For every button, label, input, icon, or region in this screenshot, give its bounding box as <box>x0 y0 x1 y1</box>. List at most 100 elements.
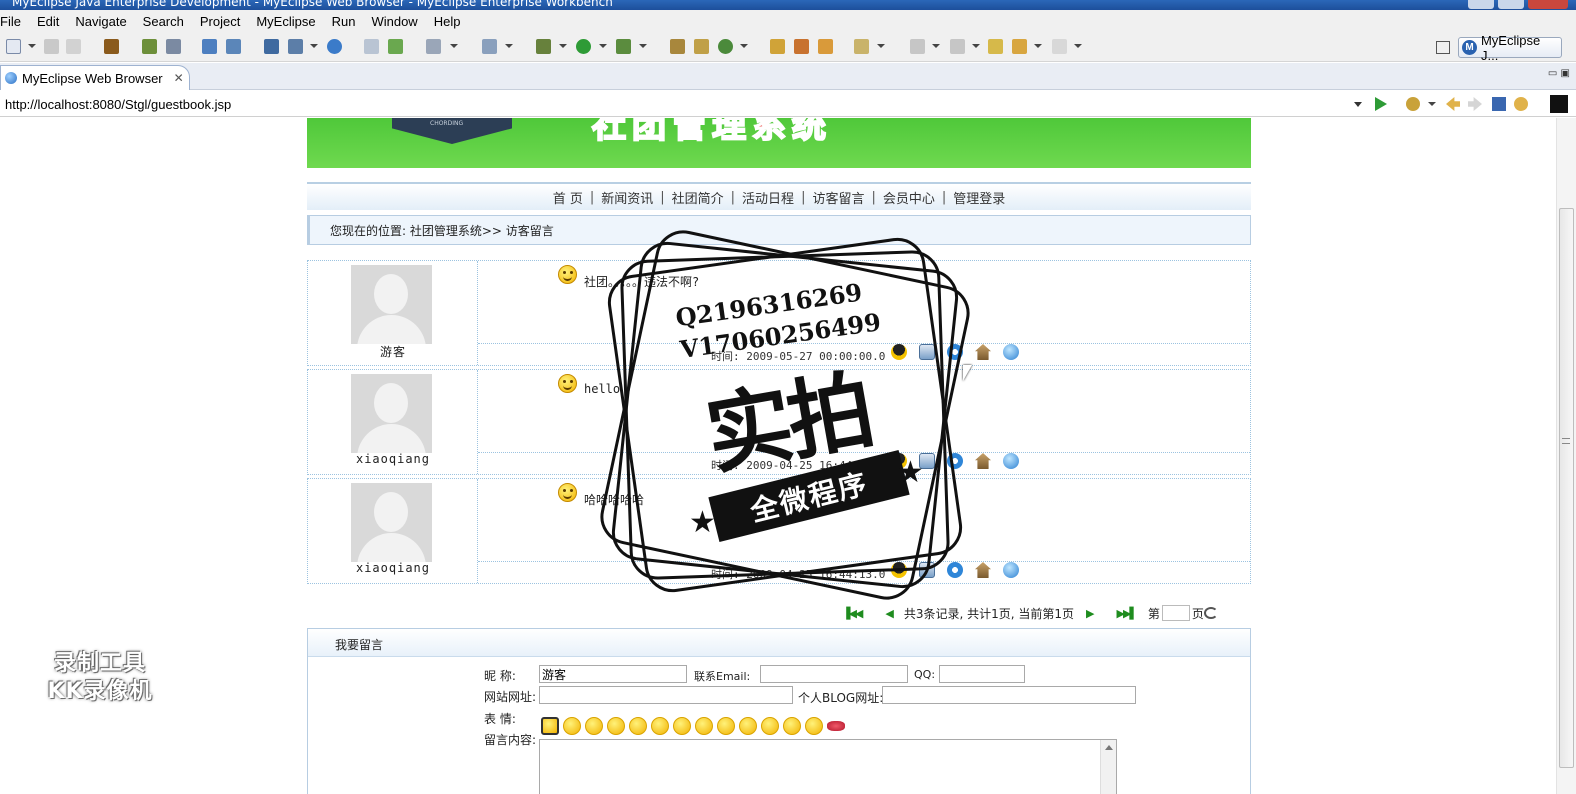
favorites-icon[interactable] <box>1406 97 1420 111</box>
maximize-window-button[interactable] <box>1498 0 1524 9</box>
open-type-icon[interactable] <box>364 39 379 54</box>
emoticon-wink-icon[interactable] <box>651 717 669 735</box>
prev-page-icon[interactable]: ◀ <box>885 607 894 620</box>
blog-input[interactable] <box>882 686 1136 704</box>
back-dropdown-icon[interactable] <box>1034 44 1042 48</box>
menu-window[interactable]: Window <box>363 14 425 29</box>
browser-globe-icon[interactable] <box>327 39 342 54</box>
tab-web-browser[interactable]: MyEclipse Web Browser ✕ <box>0 65 190 90</box>
server-dropdown-icon[interactable] <box>310 44 318 48</box>
menu-file[interactable]: File <box>0 14 29 29</box>
nickname-input[interactable] <box>539 665 687 683</box>
browser-scrollbar[interactable] <box>1556 118 1576 794</box>
next-annotation-icon[interactable] <box>910 39 925 54</box>
first-page-icon[interactable]: ▐◀◀ <box>842 607 863 620</box>
print-icon[interactable] <box>66 39 81 54</box>
emoticon-smile-icon[interactable] <box>541 717 559 735</box>
emoticon-tongue-icon[interactable] <box>673 717 691 735</box>
blog-icon[interactable] <box>1003 344 1019 360</box>
message-content-textarea[interactable] <box>539 739 1117 794</box>
url-input[interactable] <box>0 93 1366 115</box>
nav-admin-login[interactable]: 管理登录 <box>953 188 1005 207</box>
view-source-icon[interactable] <box>1550 95 1568 113</box>
debug-server-icon[interactable] <box>142 39 157 54</box>
run-dropdown-icon[interactable] <box>599 44 607 48</box>
nav-guestbook[interactable]: 访客留言 <box>812 188 864 207</box>
minimize-window-button[interactable] <box>1468 0 1494 9</box>
perspective-button[interactable]: M MyEclipse J... <box>1458 33 1562 63</box>
wand-icon[interactable] <box>794 39 809 54</box>
menu-search[interactable]: Search <box>135 14 192 29</box>
open-resource-icon[interactable] <box>388 39 403 54</box>
save-icon[interactable] <box>44 39 59 54</box>
run-icon[interactable] <box>576 39 591 54</box>
new-class-icon[interactable] <box>670 39 685 54</box>
emoticon-kiss-icon[interactable] <box>827 721 845 731</box>
new-dropdown-icon[interactable] <box>28 44 36 48</box>
menu-help[interactable]: Help <box>426 14 469 29</box>
nav-about[interactable]: 社团简介 <box>672 188 724 207</box>
next-annotation-dropdown-icon[interactable] <box>932 44 940 48</box>
run-server-icon[interactable] <box>288 39 303 54</box>
qq-input[interactable] <box>939 665 1025 683</box>
deploy-icon[interactable] <box>166 39 181 54</box>
search-dropdown-icon[interactable] <box>877 44 885 48</box>
external-tools-dropdown-icon[interactable] <box>639 44 647 48</box>
image-editor-icon[interactable] <box>426 39 441 54</box>
menu-run[interactable]: Run <box>324 14 364 29</box>
email-input[interactable] <box>760 665 908 683</box>
home-icon[interactable] <box>975 562 991 578</box>
server-icon[interactable] <box>264 39 279 54</box>
home-icon[interactable] <box>975 453 991 469</box>
textarea-scrollbar[interactable] <box>1100 740 1116 794</box>
prev-annotation-icon[interactable] <box>950 39 965 54</box>
last-edit-icon[interactable] <box>988 39 1003 54</box>
emoticon-laugh-icon[interactable] <box>695 717 713 735</box>
open-folder-icon[interactable] <box>770 39 785 54</box>
new-package-icon[interactable] <box>694 39 709 54</box>
last-page-icon[interactable]: ▶▶▌ <box>1117 607 1138 620</box>
browser-forward-icon[interactable] <box>1468 97 1482 111</box>
url-history-dropdown-icon[interactable] <box>1354 102 1362 107</box>
emoticon-grin-icon[interactable] <box>585 717 603 735</box>
home-icon[interactable] <box>975 344 991 360</box>
back-icon[interactable] <box>1012 39 1027 54</box>
open-perspective-icon[interactable] <box>1436 41 1450 54</box>
website-input[interactable] <box>539 686 793 704</box>
nav-schedule[interactable]: 活动日程 <box>742 188 794 207</box>
emoticon-shy-icon[interactable] <box>717 717 735 735</box>
menu-myeclipse[interactable]: MyEclipse <box>248 14 323 29</box>
minimize-maximize-icon[interactable]: ▭ ▣ <box>1548 68 1570 79</box>
page-number-input[interactable] <box>1161 605 1190 621</box>
nav-home[interactable]: 首 页 <box>553 188 583 207</box>
emoticon-cry-icon[interactable] <box>783 717 801 735</box>
scrollbar-thumb[interactable] <box>1559 208 1574 768</box>
report-icon[interactable] <box>482 39 497 54</box>
menu-navigate[interactable]: Navigate <box>67 14 134 29</box>
image-dropdown-icon[interactable] <box>450 44 458 48</box>
stop-icon[interactable] <box>1492 97 1506 111</box>
blog-icon[interactable] <box>1003 453 1019 469</box>
refresh-icon[interactable] <box>718 39 733 54</box>
web-project-icon[interactable] <box>202 39 217 54</box>
go-page-icon[interactable] <box>1203 607 1218 619</box>
emoticon-cool-icon[interactable] <box>739 717 757 735</box>
report-dropdown-icon[interactable] <box>505 44 513 48</box>
nav-members[interactable]: 会员中心 <box>883 188 935 207</box>
menu-project[interactable]: Project <box>192 14 248 29</box>
browser-refresh-icon[interactable] <box>1514 97 1528 111</box>
favorites-dropdown-icon[interactable] <box>1428 102 1436 106</box>
close-tab-icon[interactable]: ✕ <box>174 71 184 85</box>
forward-dropdown-icon[interactable] <box>1074 44 1082 48</box>
emoticon-sad-icon[interactable] <box>607 717 625 735</box>
refresh-dropdown-icon[interactable] <box>740 44 748 48</box>
debug-icon[interactable] <box>536 39 551 54</box>
package-icon[interactable] <box>104 39 119 54</box>
browser-back-icon[interactable] <box>1446 97 1460 111</box>
task-icon[interactable] <box>818 39 833 54</box>
external-tools-icon[interactable] <box>616 39 631 54</box>
prev-annotation-dropdown-icon[interactable] <box>972 44 980 48</box>
new-icon[interactable] <box>6 39 21 54</box>
go-icon[interactable] <box>1375 97 1387 111</box>
nav-news[interactable]: 新闻资讯 <box>601 188 653 207</box>
